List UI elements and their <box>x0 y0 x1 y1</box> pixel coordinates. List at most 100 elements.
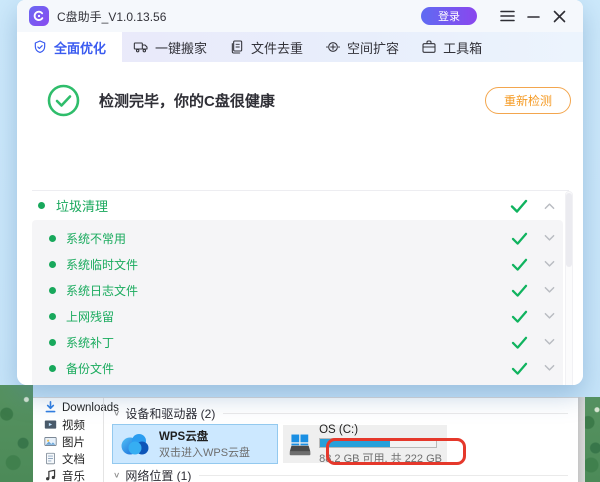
green-dot <box>49 365 56 372</box>
check-icon <box>511 310 528 323</box>
wps-drive-tile[interactable]: WPS云盘 双击进入WPS云盘 <box>113 425 277 463</box>
scan-item-label: 系统日志文件 <box>66 282 138 299</box>
scan-group-row[interactable]: 垃圾清理 <box>32 191 563 220</box>
sidebar-item-videos[interactable]: 视频 <box>33 416 103 433</box>
tab-full-optimization[interactable]: 全面优化 <box>17 32 122 62</box>
documents-icon <box>44 452 57 465</box>
scrollbar-thumb[interactable] <box>566 193 572 267</box>
explorer-content: ∨ 设备和驱动器 (2) WPS云盘 双击进入WPS云盘 <box>104 398 578 482</box>
scan-item-row[interactable]: 系统功能文件 <box>32 381 563 385</box>
chevron-down-icon[interactable] <box>544 312 555 320</box>
check-icon <box>511 336 528 349</box>
tab-toolbox[interactable]: 工具箱 <box>410 32 493 62</box>
menu-button[interactable] <box>495 4 519 28</box>
chevron-down-icon: ∨ <box>113 471 120 480</box>
scan-item-label: 备份文件 <box>66 360 114 377</box>
chevron-down-icon[interactable] <box>544 364 555 372</box>
network-section-label: 网络位置 (1) <box>125 467 191 482</box>
hamburger-icon <box>500 10 515 22</box>
window-title: C盘助手_V1.0.13.56 <box>57 8 166 25</box>
desktop-wallpaper-grass <box>0 385 33 482</box>
expand-icon <box>325 39 341 55</box>
chevron-down-icon: ∨ <box>113 409 120 418</box>
section-divider <box>223 413 568 414</box>
explorer-sidebar: Downloads 视频 图片 文档 音乐 <box>33 398 103 482</box>
tab-space-expansion[interactable]: 空间扩容 <box>314 32 410 62</box>
green-dot <box>49 339 56 346</box>
wps-drive-subtitle: 双击进入WPS云盘 <box>159 444 250 460</box>
close-button[interactable] <box>547 4 571 28</box>
scan-item-row[interactable]: 系统补丁 <box>32 329 563 355</box>
chevron-down-icon[interactable] <box>544 234 555 242</box>
tab-bar: 全面优化 一键搬家 文件去重 空间扩容 工具箱 <box>17 32 583 62</box>
titlebar: C盘助手_V1.0.13.56 登录 <box>17 0 583 32</box>
music-icon <box>44 469 57 482</box>
scan-sub-list: 系统不常用 系统临时文件 系统日志文件 上网残留 <box>32 220 563 385</box>
devices-section-header[interactable]: ∨ 设备和驱动器 (2) <box>113 405 578 421</box>
duplicate-files-icon <box>229 39 245 55</box>
truck-icon <box>133 39 149 55</box>
tab-label: 文件去重 <box>251 38 303 57</box>
rescan-button[interactable]: 重新检测 <box>485 87 571 114</box>
sidebar-item-label: 文档 <box>62 451 85 467</box>
scan-item-row[interactable]: 上网残留 <box>32 303 563 329</box>
scan-item-label: 上网残留 <box>66 308 114 325</box>
os-drive-icon <box>288 429 312 459</box>
scan-item-row[interactable]: 系统日志文件 <box>32 277 563 303</box>
green-dot <box>49 313 56 320</box>
scan-item-row[interactable]: 系统临时文件 <box>32 251 563 277</box>
shield-icon <box>32 39 48 55</box>
sidebar-item-downloads[interactable]: Downloads <box>33 399 103 416</box>
tab-file-dedupe[interactable]: 文件去重 <box>218 32 314 62</box>
scan-item-row[interactable]: 系统不常用 <box>32 225 563 251</box>
list-scrollbar[interactable] <box>565 191 573 385</box>
section-divider <box>199 475 568 476</box>
minimize-icon <box>527 10 540 23</box>
desktop-wallpaper-grass <box>585 397 600 482</box>
explorer-window: Downloads 视频 图片 文档 音乐 ∨ 设备和驱动器 (2) <box>33 397 578 482</box>
chevron-down-icon[interactable] <box>544 338 555 346</box>
network-section-header[interactable]: ∨ 网络位置 (1) <box>113 467 578 482</box>
scan-status-text: 检测完毕，你的C盘很健康 <box>99 90 275 111</box>
tab-label: 空间扩容 <box>347 38 399 57</box>
app-logo-icon <box>29 6 49 26</box>
check-icon <box>510 199 528 213</box>
green-dot <box>49 261 56 268</box>
login-button[interactable]: 登录 <box>421 7 477 25</box>
tab-label: 工具箱 <box>443 38 482 57</box>
close-icon <box>553 10 566 23</box>
scan-item-label: 系统不常用 <box>66 230 126 247</box>
scan-result-panel: 检测完毕，你的C盘很健康 重新检测 垃圾清理 系统不常用 系统临时文件 <box>17 62 583 385</box>
green-dot <box>38 202 45 209</box>
check-icon <box>511 232 528 245</box>
explorer-scrollbar[interactable] <box>578 397 585 482</box>
sidebar-item-pictures[interactable]: 图片 <box>33 433 103 450</box>
wps-drive-title: WPS云盘 <box>159 428 250 444</box>
wps-cloud-icon <box>118 429 152 459</box>
chevron-down-icon[interactable] <box>544 260 555 268</box>
check-icon <box>511 258 528 271</box>
sidebar-item-music[interactable]: 音乐 <box>33 467 103 482</box>
scan-item-row[interactable]: 备份文件 <box>32 355 563 381</box>
green-dot <box>49 235 56 242</box>
scan-item-label: 系统补丁 <box>66 334 114 351</box>
tab-label: 一键搬家 <box>155 38 207 57</box>
sidebar-item-label: 视频 <box>62 417 85 433</box>
chevron-up-icon[interactable] <box>544 202 555 210</box>
minimize-button[interactable] <box>521 4 545 28</box>
download-icon <box>44 401 57 414</box>
os-drive-tile[interactable]: OS (C:) 88.2 GB 可用, 共 222 GB <box>283 425 447 463</box>
green-dot <box>49 287 56 294</box>
sidebar-item-label: 图片 <box>62 434 85 450</box>
tab-one-click-move[interactable]: 一键搬家 <box>122 32 218 62</box>
os-usage-fill <box>320 439 390 447</box>
chevron-down-icon[interactable] <box>544 286 555 294</box>
check-icon <box>511 284 528 297</box>
videos-icon <box>44 418 57 431</box>
sidebar-item-documents[interactable]: 文档 <box>33 450 103 467</box>
pictures-icon <box>44 435 57 448</box>
toolbox-icon <box>421 39 437 55</box>
devices-section-label: 设备和驱动器 (2) <box>125 405 215 422</box>
success-check-icon <box>47 84 80 117</box>
scan-group-label: 垃圾清理 <box>56 196 108 215</box>
